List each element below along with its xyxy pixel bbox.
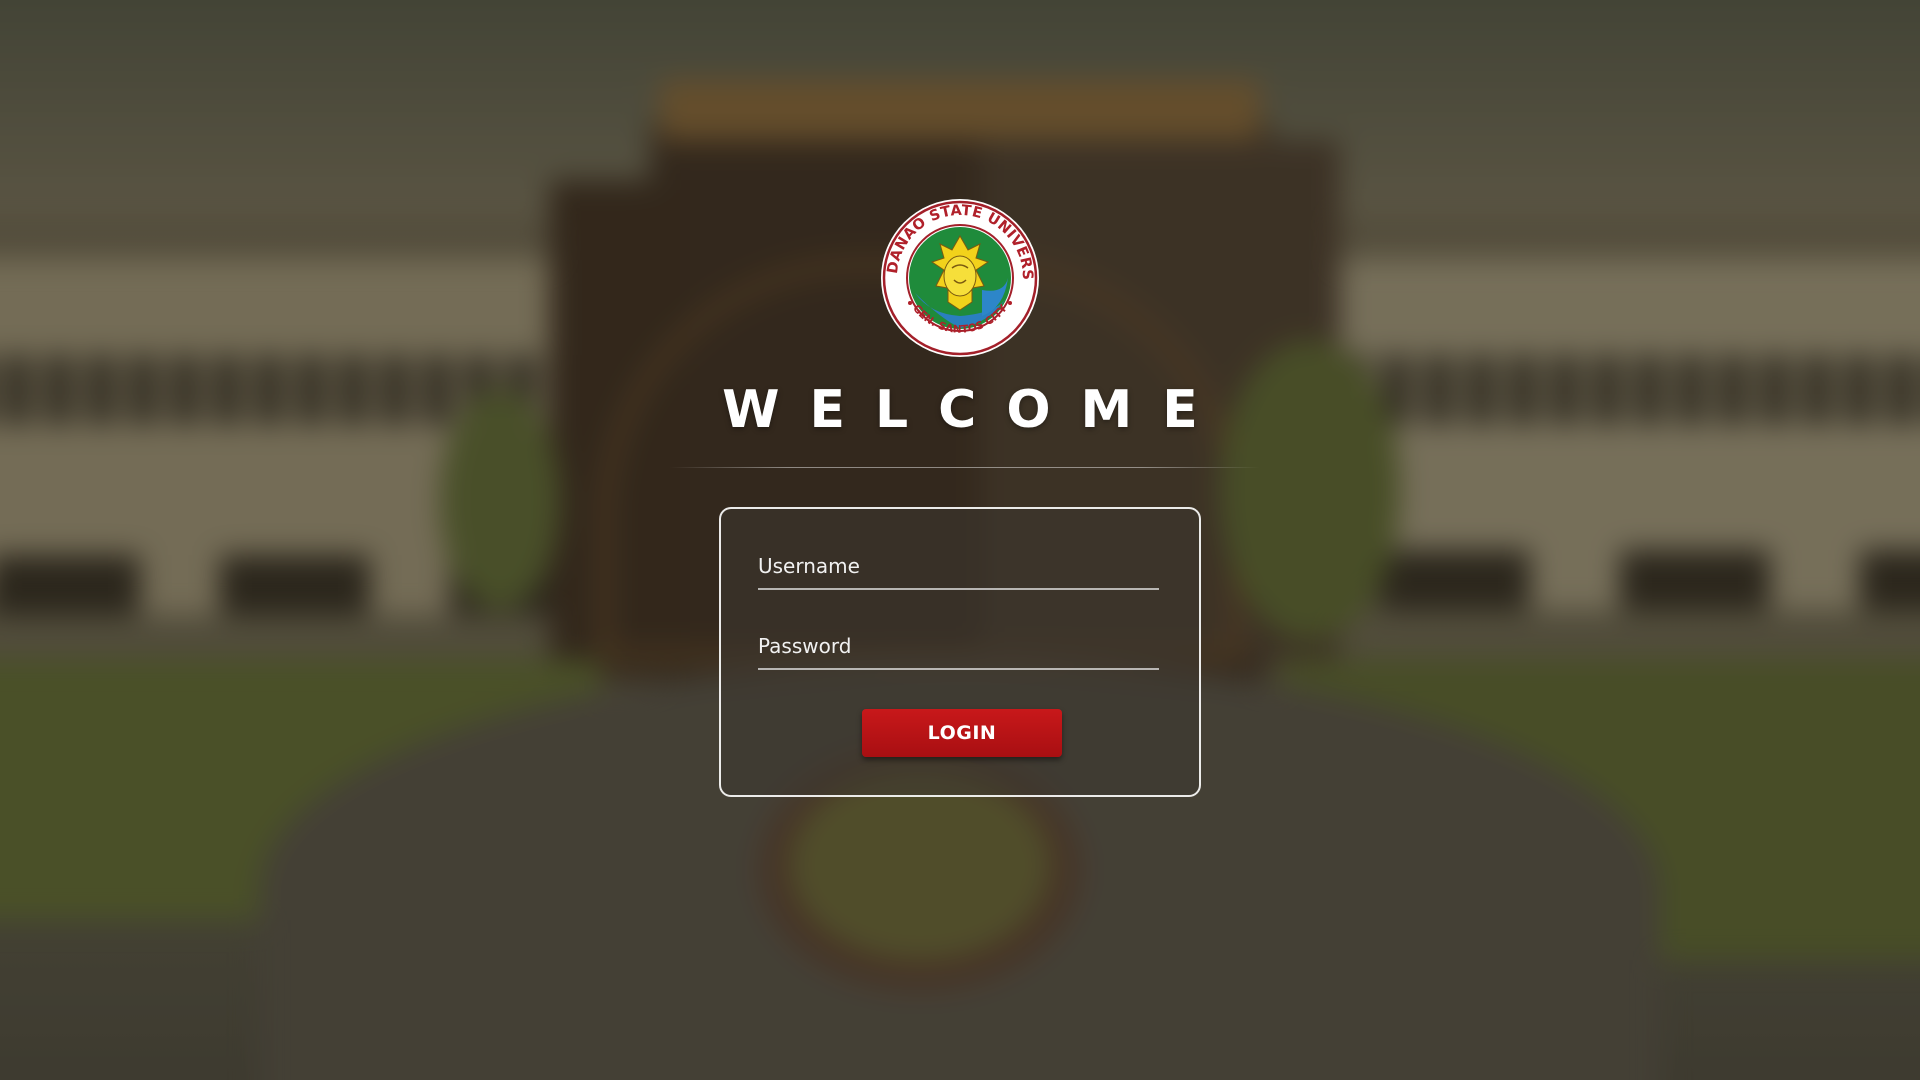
password-field [758, 624, 1159, 670]
username-input[interactable] [758, 544, 1159, 588]
username-field [758, 544, 1159, 590]
login-button[interactable]: LOGIN [862, 709, 1062, 757]
welcome-heading: WELCOME [722, 380, 1228, 440]
heading-divider [670, 467, 1260, 468]
login-screen: MINDANAO STATE UNIVERSITY GEN. SANTOS CI… [0, 0, 1920, 1080]
password-input[interactable] [758, 624, 1159, 668]
login-form: LOGIN [719, 507, 1201, 797]
university-seal-logo: MINDANAO STATE UNIVERSITY GEN. SANTOS CI… [880, 198, 1039, 357]
